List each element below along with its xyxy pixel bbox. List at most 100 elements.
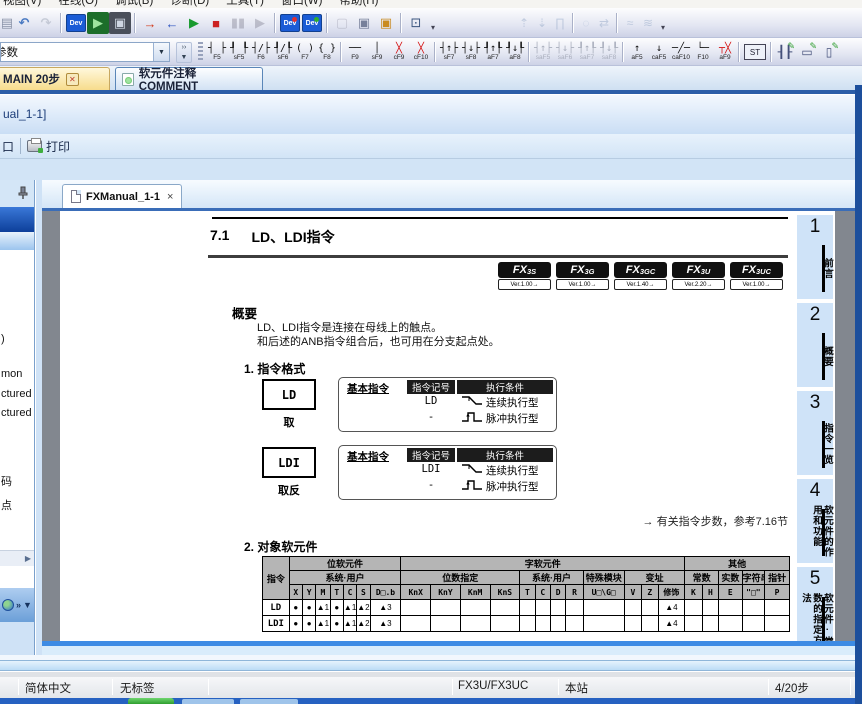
chapter-tab-1[interactable]: 1前言 <box>797 215 833 299</box>
sidebar-scroll-right-button[interactable]: ▶ <box>0 550 35 566</box>
monitor-resume-icon[interactable]: ▶ <box>249 12 271 34</box>
tab-main-program[interactable]: MAIN 20步 ✕ <box>0 67 110 90</box>
ladder-caf10-button[interactable]: ─╱─caF10 <box>670 40 692 65</box>
horizontal-scrollbar[interactable] <box>0 660 862 671</box>
device-display-icon[interactable]: Dev <box>280 14 300 32</box>
ladder-f7-button[interactable]: ( )F7 <box>294 40 316 65</box>
ladder-caf5-button[interactable]: ↓caF5 <box>648 40 670 65</box>
undo-icon[interactable]: ↶ <box>13 12 35 34</box>
transfer-setup-icon[interactable]: ⇄ <box>595 12 613 34</box>
toolbar-overflow-button[interactable]: ››▼ <box>176 42 192 63</box>
program-selector-combobox[interactable]: 参数 ▼ <box>0 42 170 62</box>
device-table: 指令位软元件字软元件其他系统·用户位数指定系统·用户特殊模块变址常数实数字符串指… <box>262 556 790 632</box>
device-comment-icon[interactable]: Dev <box>66 14 86 32</box>
ladder-sf7-button[interactable]: ┤↑├sF7 <box>438 40 460 65</box>
exec-program-icon[interactable]: ▶ <box>87 12 109 34</box>
ladder-edit-icon[interactable]: ┨┠✎ <box>774 41 796 63</box>
taskbar[interactable] <box>0 698 862 704</box>
ladder-f6-button[interactable]: ┤/├F6 <box>250 40 272 65</box>
ladder-f10-button[interactable]: └─F10 <box>692 40 714 65</box>
chapter-tab-2[interactable]: 2概要 <box>797 303 833 387</box>
tab-device-comment[interactable]: 软元件注释 COMMENT <box>115 67 263 90</box>
trend-graph-icon[interactable]: ≈ <box>621 12 639 34</box>
pulse-wave-icon <box>461 410 483 428</box>
taskbar-item[interactable] <box>182 699 234 704</box>
chapter-tab-3[interactable]: 3指令一览 <box>797 391 833 475</box>
project-header-bar[interactable] <box>0 207 35 232</box>
toolbar-separator <box>326 13 328 33</box>
chapter-tab-4[interactable]: 4软元件的作用和功能 <box>797 479 833 563</box>
ladder-cf9-button[interactable]: ╳cF9 <box>388 40 410 65</box>
mnemonic-box: LDI <box>262 447 316 478</box>
monitor-pause-icon[interactable]: ▮▮ <box>227 12 249 34</box>
ladder-sf6-button[interactable]: ┦/┞sF6 <box>272 40 294 65</box>
chevron-down-icon[interactable]: ▼ <box>153 43 169 61</box>
write-to-plc-icon[interactable]: → <box>139 12 161 34</box>
st-button[interactable]: ST <box>744 44 766 60</box>
step-run-icon[interactable]: ⇡ <box>515 12 533 34</box>
status-item: FX3U/FX3UC <box>458 680 528 692</box>
close-icon[interactable]: ✕ <box>66 73 79 86</box>
viewer-bottom-strip <box>42 646 855 655</box>
menu-item[interactable]: 在线(O) <box>58 0 98 8</box>
ladder-af9-button[interactable]: ┬╳aF9 <box>714 40 736 65</box>
ladder-saf8-button[interactable]: ┦↓┞saF8 <box>598 40 620 65</box>
read-from-plc-icon[interactable]: ← <box>161 12 183 34</box>
toolbar-grip[interactable] <box>198 42 203 62</box>
ladder-cf10-button[interactable]: ╳cF10 <box>410 40 432 65</box>
pc-monitor-icon[interactable]: ⊡ <box>405 12 427 34</box>
chapter-tab-5[interactable]: 5软元件·常数的指定方法 <box>797 567 833 641</box>
ladder-af8-button[interactable]: ┦↓┞aF8 <box>504 40 526 65</box>
ladder-af7-button[interactable]: ┦↑┞aF7 <box>482 40 504 65</box>
menu-item[interactable]: 窗口(W) <box>281 0 323 8</box>
tab-fxmanual[interactable]: FXManual_1-1 × <box>62 184 182 208</box>
chevron-more-icon[interactable]: » <box>16 600 21 610</box>
ladder-saf6-button[interactable]: ┤↓├saF6 <box>554 40 576 65</box>
toolbar-overflow-button[interactable]: ▾ <box>427 12 439 34</box>
manual-page: 7.1 LD、LDI指令 FX3SVer.1.00→FX3GVer.1.00→F… <box>60 211 835 641</box>
redo-icon[interactable]: ↷ <box>35 12 57 34</box>
paste-icon[interactable]: ▤ <box>2 12 13 34</box>
pulse-exec-icon[interactable]: ∏ <box>551 12 569 34</box>
monitor-mode-icon[interactable]: ▣ <box>109 12 131 34</box>
toolbar-overflow-button[interactable]: ▾ <box>657 12 669 34</box>
menu-item[interactable]: 帮助(H) <box>339 0 378 8</box>
ladder-saf7-button[interactable]: ┦↑┞saF7 <box>576 40 598 65</box>
ladder-f8-button[interactable]: { }F8 <box>316 40 338 65</box>
menu-item[interactable]: 诊断(D) <box>170 0 209 8</box>
window-cascade-icon[interactable]: ▢ <box>331 12 353 34</box>
tab-label: 软元件注释 COMMENT <box>139 65 256 93</box>
toolbar-separator <box>60 13 62 33</box>
ladder-sf9-button[interactable]: │sF9 <box>366 40 388 65</box>
print-button[interactable]: 打印 <box>46 138 70 155</box>
pencil-icon: ✎ <box>831 41 839 52</box>
ladder-sf5-button[interactable]: ┦ ┞sF5 <box>228 40 250 65</box>
statement-edit-icon[interactable]: ▯✎ <box>818 41 840 63</box>
device-register-icon[interactable]: Dev <box>302 14 322 32</box>
step-reference-link[interactable]: → 有关指令步数，参考7.16节 <box>643 513 788 529</box>
ladder-af5-button[interactable]: ↑aF5 <box>626 40 648 65</box>
monitor-stop-icon[interactable]: ■ <box>205 12 227 34</box>
monitor-start-icon[interactable]: ▶ <box>183 12 205 34</box>
comment-edit-icon[interactable]: ▭✎ <box>796 41 818 63</box>
project-subheader-bar <box>0 232 35 250</box>
taskbar-green-button[interactable] <box>128 698 174 704</box>
view-globe-icon[interactable] <box>2 599 14 611</box>
watch-icon[interactable]: ◌ <box>577 12 595 34</box>
step-stop-icon[interactable]: ⇣ <box>533 12 551 34</box>
window-switch-icon[interactable]: ▣ <box>353 12 375 34</box>
window-jump-icon[interactable]: ▣ <box>375 12 397 34</box>
menu-item[interactable]: 调试(B) <box>115 0 153 8</box>
taskbar-item[interactable] <box>240 699 298 704</box>
sampling-trace-icon[interactable]: ≋ <box>639 12 657 34</box>
menu-item[interactable]: 工具(T) <box>226 0 264 8</box>
menu-item[interactable]: 视图(V) <box>3 0 41 8</box>
ladder-f9-button[interactable]: ──F9 <box>344 40 366 65</box>
pin-icon[interactable] <box>17 186 29 200</box>
pdf-viewer[interactable]: 7.1 LD、LDI指令 FX3SVer.1.00→FX3GVer.1.00→F… <box>42 211 855 655</box>
close-icon[interactable]: × <box>167 191 173 203</box>
chevron-down-icon[interactable]: ▼ <box>23 600 32 610</box>
ladder-saf5-button[interactable]: ┤↑├saF5 <box>532 40 554 65</box>
ladder-sf8-button[interactable]: ┤↓├sF8 <box>460 40 482 65</box>
ladder-f5-button[interactable]: ┤ ├F5 <box>206 40 228 65</box>
